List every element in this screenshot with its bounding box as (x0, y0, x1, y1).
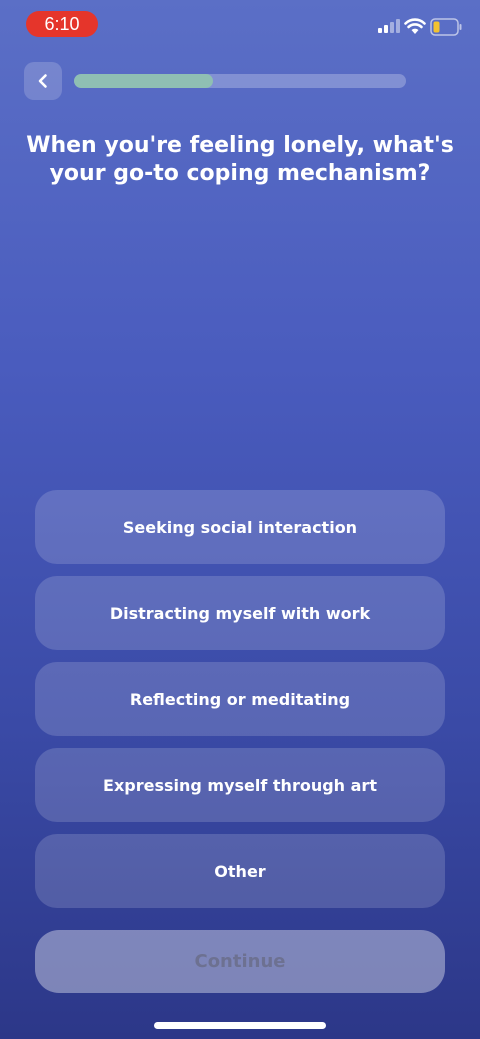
option-button[interactable]: Expressing myself through art (35, 748, 445, 822)
options-list: Seeking social interaction Distracting m… (35, 490, 445, 920)
option-button[interactable]: Distracting myself with work (35, 576, 445, 650)
option-button[interactable]: Seeking social interaction (35, 490, 445, 564)
wifi-icon (404, 18, 426, 34)
quiz-screen: 6:10 When you're feeling lonely, what's … (0, 0, 480, 1039)
option-button[interactable]: Other (35, 834, 445, 908)
chevron-left-icon (38, 74, 47, 88)
question-title: When you're feeling lonely, what's your … (26, 133, 454, 186)
progress-bar (74, 74, 406, 88)
signal-icon (378, 19, 400, 33)
status-bar: 6:10 (0, 0, 480, 48)
progress-fill (74, 74, 214, 88)
option-button[interactable]: Reflecting or meditating (35, 662, 445, 736)
back-button[interactable] (24, 62, 62, 100)
status-time: 6:10 (26, 11, 98, 37)
continue-button[interactable]: Continue (35, 930, 445, 993)
home-indicator (154, 1022, 326, 1029)
battery-icon (430, 18, 462, 36)
